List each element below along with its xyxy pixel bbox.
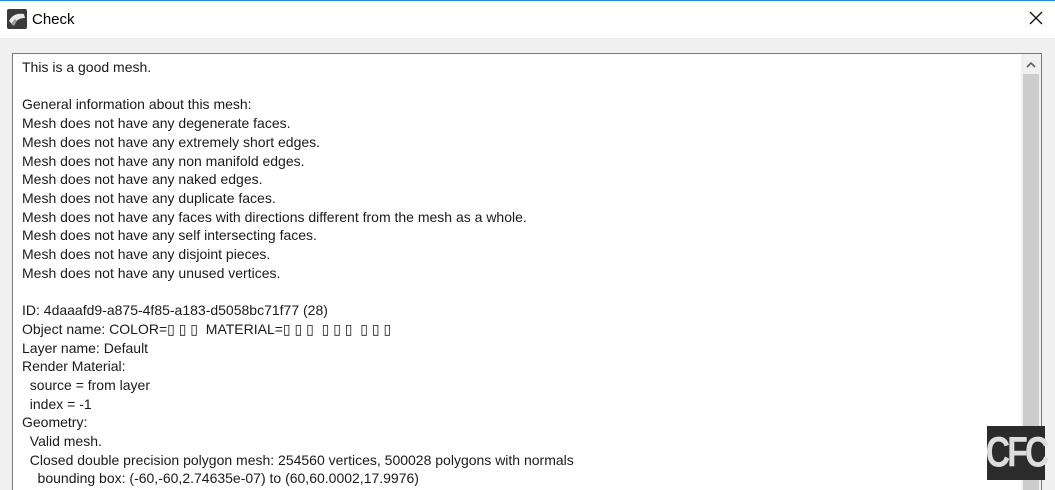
report-textbox[interactable]: This is a good mesh. General information… bbox=[12, 53, 1042, 490]
vertical-scrollbar[interactable] bbox=[1021, 54, 1041, 490]
scroll-up-button[interactable] bbox=[1021, 54, 1041, 74]
title-bar[interactable]: Check bbox=[0, 1, 1055, 38]
cfc-watermark-logo: CFC bbox=[985, 426, 1050, 480]
window-title: Check bbox=[32, 11, 75, 28]
report-text[interactable]: This is a good mesh. General information… bbox=[22, 58, 1012, 488]
dialog-client-area: This is a good mesh. General information… bbox=[0, 38, 1055, 490]
close-icon bbox=[1029, 11, 1043, 30]
close-button[interactable] bbox=[1018, 5, 1054, 35]
scroll-up-arrow-icon bbox=[1026, 55, 1036, 73]
rhino-icon bbox=[7, 9, 27, 29]
watermark-text: CFC bbox=[985, 428, 1050, 477]
